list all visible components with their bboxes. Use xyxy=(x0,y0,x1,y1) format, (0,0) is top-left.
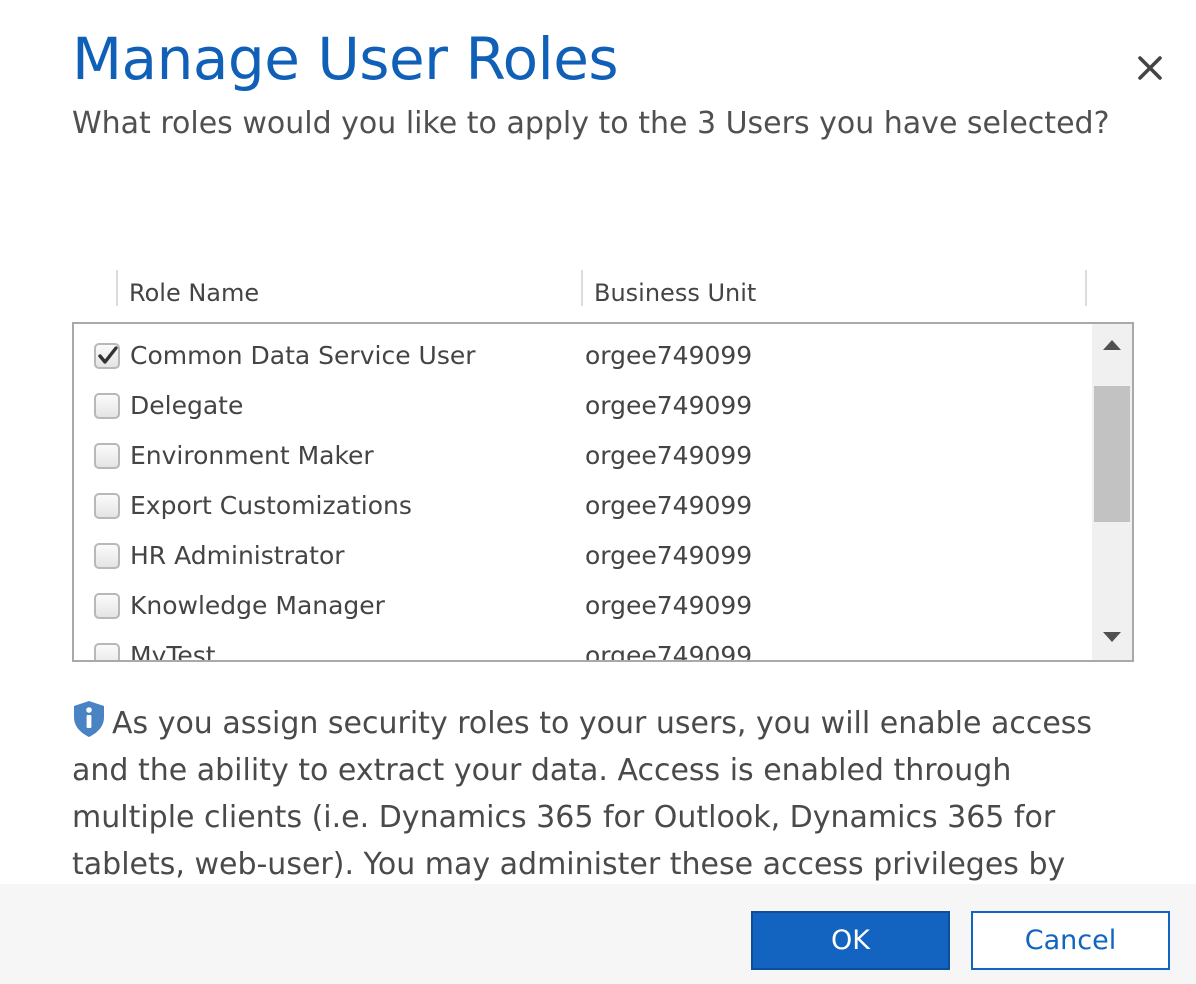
role-name: Delegate xyxy=(130,391,244,420)
role-row[interactable]: HR Administrator orgee749099 xyxy=(74,531,1090,581)
role-checkbox[interactable] xyxy=(94,543,120,569)
role-row[interactable]: MyTest orgee749099 xyxy=(74,631,1090,660)
dialog-subtitle: What roles would you like to apply to th… xyxy=(72,106,1110,141)
business-unit: orgee749099 xyxy=(585,641,753,660)
roles-rows: Common Data Service User orgee749099 Del… xyxy=(74,324,1090,660)
role-row[interactable]: Export Customizations orgee749099 xyxy=(74,481,1090,531)
business-unit: orgee749099 xyxy=(585,591,753,620)
close-icon xyxy=(1138,56,1162,80)
business-unit: orgee749099 xyxy=(585,541,753,570)
ok-button[interactable]: OK xyxy=(751,911,950,970)
scrollbar-thumb[interactable] xyxy=(1094,386,1130,522)
role-checkbox[interactable] xyxy=(94,343,120,369)
role-name: Knowledge Manager xyxy=(130,591,385,620)
column-header-role-name[interactable]: Role Name xyxy=(129,276,259,310)
business-unit: orgee749099 xyxy=(585,341,753,370)
security-info-text: As you assign security roles to your use… xyxy=(72,706,1093,882)
checkmark-icon xyxy=(98,346,118,364)
security-info: As you assign security roles to your use… xyxy=(72,700,1132,884)
role-row[interactable]: Knowledge Manager orgee749099 xyxy=(74,581,1090,631)
role-row[interactable]: Common Data Service User orgee749099 xyxy=(74,331,1090,381)
role-name: Common Data Service User xyxy=(130,341,476,370)
role-checkbox[interactable] xyxy=(94,393,120,419)
dialog-title: Manage User Roles xyxy=(72,25,619,93)
role-name: Export Customizations xyxy=(130,491,412,520)
grid-header: Role Name Business Unit xyxy=(72,268,1092,308)
arrow-up-icon xyxy=(1103,340,1121,350)
arrow-down-icon xyxy=(1103,632,1121,642)
business-unit: orgee749099 xyxy=(585,441,753,470)
scroll-up-button[interactable] xyxy=(1092,324,1132,368)
role-checkbox[interactable] xyxy=(94,643,120,660)
scroll-down-button[interactable] xyxy=(1092,616,1132,660)
role-row[interactable]: Delegate orgee749099 xyxy=(74,381,1090,431)
cancel-button[interactable]: Cancel xyxy=(971,911,1170,970)
role-checkbox[interactable] xyxy=(94,593,120,619)
role-name: HR Administrator xyxy=(130,541,345,570)
role-checkbox[interactable] xyxy=(94,443,120,469)
role-name: Environment Maker xyxy=(130,441,374,470)
role-row[interactable]: Environment Maker orgee749099 xyxy=(74,431,1090,481)
column-separator[interactable] xyxy=(581,270,583,306)
dialog-footer: OK Cancel xyxy=(0,884,1196,984)
column-separator[interactable] xyxy=(116,270,118,306)
close-button[interactable] xyxy=(1128,48,1172,88)
business-unit: orgee749099 xyxy=(585,391,753,420)
column-header-business-unit[interactable]: Business Unit xyxy=(594,276,756,310)
vertical-scrollbar[interactable] xyxy=(1092,324,1132,660)
roles-list[interactable]: Common Data Service User orgee749099 Del… xyxy=(72,322,1134,662)
column-separator[interactable] xyxy=(1085,270,1087,306)
role-name: MyTest xyxy=(130,641,216,660)
shield-info-icon xyxy=(74,701,104,737)
role-checkbox[interactable] xyxy=(94,493,120,519)
business-unit: orgee749099 xyxy=(585,491,753,520)
